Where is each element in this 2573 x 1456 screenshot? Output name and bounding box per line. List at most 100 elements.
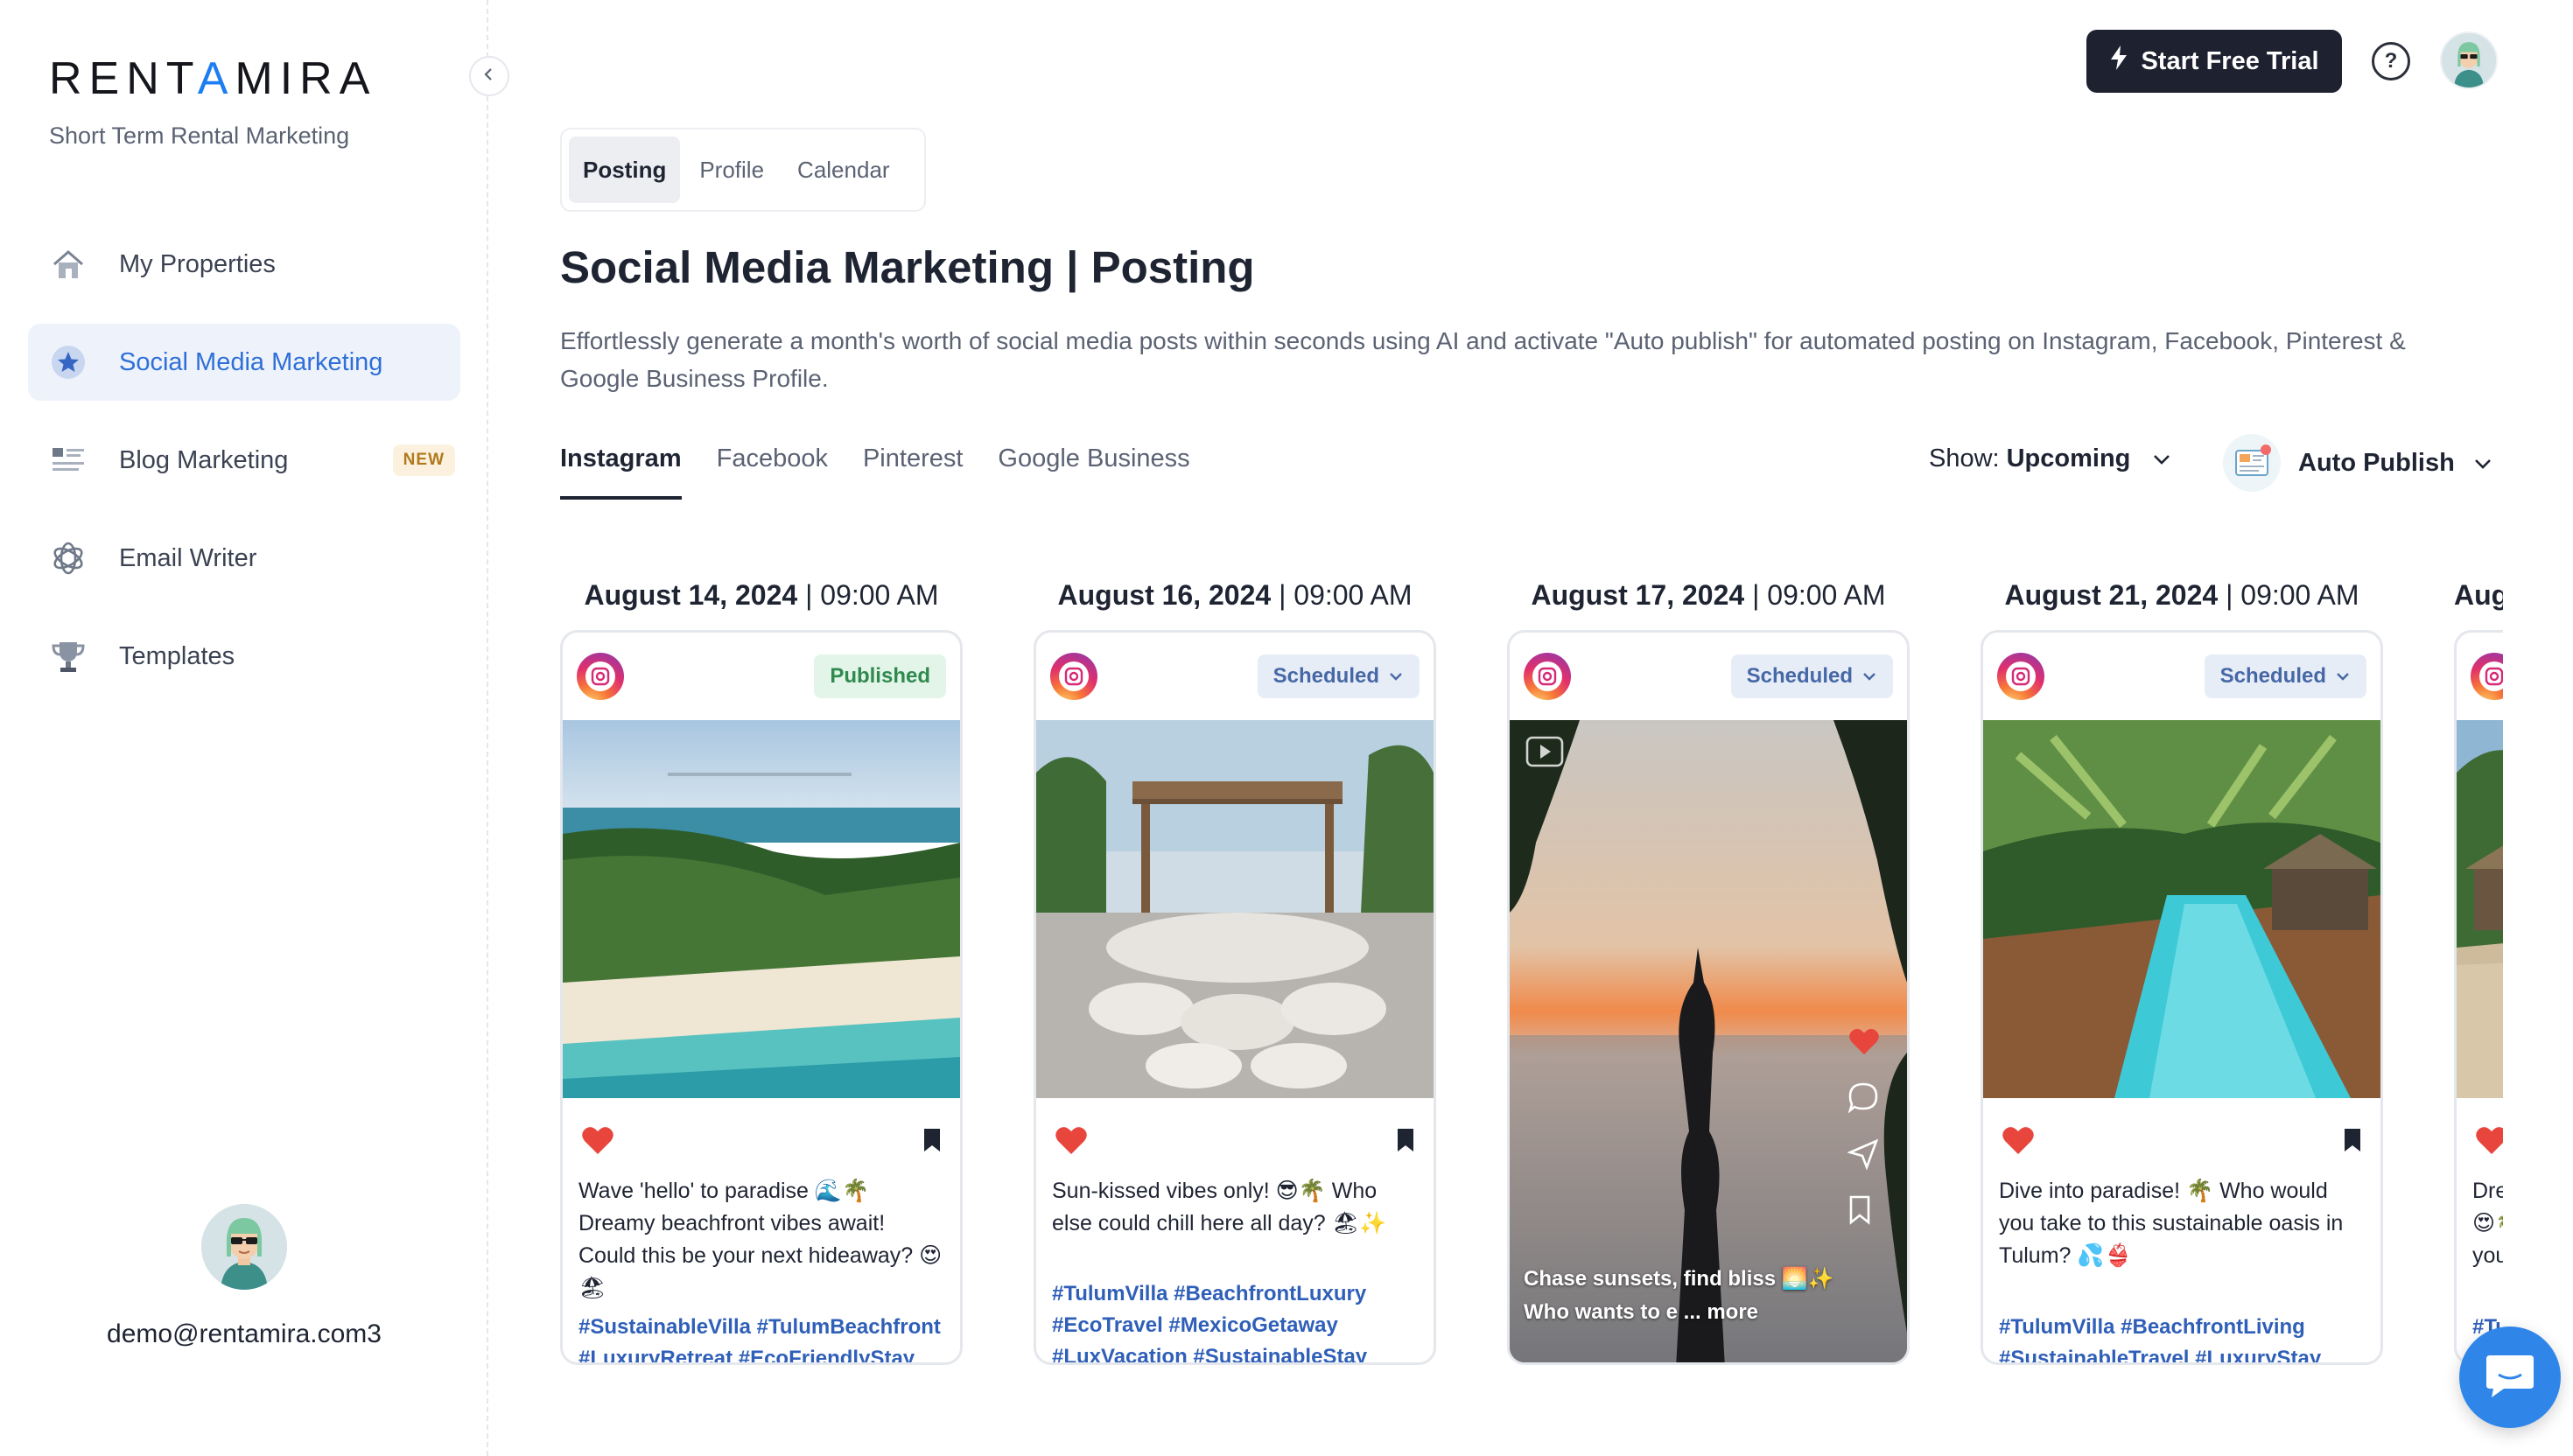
section-tabs: Posting Profile Calendar: [560, 128, 926, 212]
openai-icon: [49, 539, 88, 578]
trophy-icon: [49, 637, 88, 676]
heart-icon[interactable]: [2474, 1124, 2503, 1160]
lightning-icon: [2109, 45, 2128, 78]
sidebar-item-label: Blog Marketing: [119, 445, 289, 474]
heart-icon[interactable]: [580, 1124, 615, 1160]
post-card[interactable]: Scheduled Dive into paradise! 🌴 Who woul…: [1981, 630, 2383, 1365]
post-image[interactable]: [563, 720, 960, 1098]
auto-publish-dropdown[interactable]: Auto Publish: [2223, 434, 2493, 492]
bookmark-icon[interactable]: [1395, 1127, 1416, 1158]
status-label: Scheduled: [1272, 664, 1379, 688]
start-free-trial-button[interactable]: Start Free Trial: [2086, 30, 2342, 93]
tab-google-business[interactable]: Google Business: [998, 444, 1189, 500]
sidebar-item-templates[interactable]: Templates: [28, 618, 460, 695]
page-title: Social Media Marketing | Posting: [560, 242, 1255, 292]
logo[interactable]: RENTAMIRA: [49, 52, 376, 105]
post-date: August 17, 2024 | 09:00 AM: [1507, 560, 1910, 630]
instagram-icon: [577, 653, 624, 700]
chevron-left-icon: [481, 66, 497, 87]
sidebar: RENTAMIRA Short Term Rental Marketing My…: [0, 0, 488, 1456]
tab-posting[interactable]: Posting: [569, 136, 681, 203]
heart-icon[interactable]: [1054, 1124, 1089, 1160]
post-image[interactable]: [2457, 720, 2503, 1098]
video-icon: [1525, 736, 1564, 772]
posts-carousel: August 14, 2024 | 09:00 AM Published Wav…: [560, 560, 2503, 1456]
user-email: demo@rentamira.com3: [107, 1320, 382, 1348]
post-card[interactable]: Published Wave 'hello' to paradise 🌊🌴 Dr…: [560, 630, 963, 1365]
post-caption: Dreamy days a 😍🌴 Sun, sand you bring? 🌊: [2472, 1179, 2503, 1268]
chevron-down-icon: [1390, 673, 1402, 681]
auto-publish-label: Auto Publish: [2298, 448, 2455, 477]
heart-icon[interactable]: [2001, 1124, 2036, 1160]
heart-icon[interactable]: [1847, 1026, 1881, 1060]
header-avatar[interactable]: [2440, 32, 2498, 89]
post-date-day: August 23,: [2454, 579, 2503, 611]
post-image[interactable]: [1983, 720, 2380, 1098]
show-filter-label: Show:: [1929, 444, 2000, 472]
sidebar-item-my-properties[interactable]: My Properties: [28, 226, 460, 303]
post-hashtags: #TulumVilla #BeachfrontLuxury #EcoTravel…: [1052, 1282, 1368, 1365]
post-date-time: | 09:00 AM: [805, 579, 939, 611]
post-date-day: August 14, 2024: [584, 579, 798, 611]
post-date: August 14, 2024 | 09:00 AM: [560, 560, 963, 630]
sidebar-item-label: Email Writer: [119, 543, 257, 572]
tab-facebook[interactable]: Facebook: [717, 444, 828, 500]
bookmark-icon[interactable]: [2342, 1127, 2363, 1158]
comment-icon[interactable]: [1847, 1082, 1881, 1117]
help-button[interactable]: ?: [2372, 42, 2410, 80]
status-dropdown[interactable]: Scheduled: [2204, 654, 2366, 698]
post-card[interactable]: Scheduled: [1507, 630, 1910, 1365]
chevron-down-icon: [1863, 673, 1875, 681]
post-card-column: August 16, 2024 | 09:00 AM Scheduled Sun…: [1034, 560, 1436, 1365]
post-date-time: | 09:00 AM: [1752, 579, 1886, 611]
reel-actions: [1847, 1026, 1881, 1229]
share-icon[interactable]: [1847, 1138, 1881, 1174]
post-card-column: August 21, 2024 | 09:00 AM Scheduled Div…: [1981, 560, 2383, 1365]
sidebar-item-label: My Properties: [119, 249, 276, 278]
trial-label: Start Free Trial: [2141, 46, 2319, 75]
user-avatar[interactable]: [201, 1204, 287, 1290]
sidebar-item-email-writer[interactable]: Email Writer: [28, 520, 460, 597]
post-date-day: August 16, 2024: [1057, 579, 1272, 611]
tab-pinterest[interactable]: Pinterest: [863, 444, 963, 500]
status-badge: Published: [814, 654, 946, 698]
sidebar-item-label: Social Media Marketing: [119, 347, 383, 376]
status-dropdown[interactable]: Scheduled: [1730, 654, 1893, 698]
status-dropdown[interactable]: Scheduled: [1257, 654, 1420, 698]
instagram-icon: [1524, 653, 1571, 700]
sidebar-item-social-media-marketing[interactable]: Social Media Marketing: [28, 324, 460, 401]
chevron-down-icon: [2472, 449, 2493, 478]
post-date-day: August 17, 2024: [1531, 579, 1745, 611]
post-card[interactable]: Dreamy days a 😍🌴 Sun, sand you bring? 🌊 …: [2454, 630, 2503, 1365]
bookmark-icon[interactable]: [922, 1127, 943, 1158]
tab-calendar[interactable]: Calendar: [783, 136, 904, 203]
post-caption: Sun-kissed vibes only! 😎🌴 Who else could…: [1052, 1179, 1387, 1236]
post-date: August 16, 2024 | 09:00 AM: [1034, 560, 1436, 630]
tab-profile[interactable]: Profile: [685, 136, 778, 203]
sidebar-item-blog-marketing[interactable]: Blog Marketing NEW: [28, 422, 460, 499]
question-icon: ?: [2384, 49, 2398, 73]
post-card-column: August 14, 2024 | 09:00 AM Published Wav…: [560, 560, 963, 1365]
instagram-icon: [1050, 653, 1097, 700]
chat-support-button[interactable]: [2459, 1326, 2561, 1428]
chevron-down-icon: [2337, 673, 2349, 681]
post-caption: Chase sunsets, find bliss 🌅✨ Who wants t…: [1524, 1267, 1834, 1324]
status-label: Scheduled: [2219, 664, 2326, 688]
post-date-time: | 09:00 AM: [1279, 579, 1413, 611]
post-card[interactable]: Scheduled: [1034, 630, 1436, 1365]
bookmark-icon[interactable]: [1847, 1195, 1881, 1229]
collapse-sidebar-button[interactable]: [469, 56, 509, 96]
post-caption: Dive into paradise! 🌴 Who would you take…: [1999, 1179, 2344, 1268]
page-description: Effortlessly generate a month's worth of…: [560, 327, 2406, 392]
post-card-column: August 23, Dreamy days a 😍🌴 Sun, sand yo…: [2454, 560, 2503, 1365]
post-hashtags: #TulumVilla #BeachfrontLiving #Sustainab…: [1999, 1315, 2322, 1365]
sidebar-nav: My Properties Social Media Marketing Blo…: [28, 226, 460, 716]
post-date: August 23,: [2454, 560, 2503, 630]
status-label: Scheduled: [1746, 664, 1853, 688]
star-icon: [49, 343, 88, 382]
platform-tabs: Instagram Facebook Pinterest Google Busi…: [560, 444, 1190, 500]
show-filter-dropdown[interactable]: Show: Upcoming: [1929, 444, 2172, 473]
post-caption: Wave 'hello' to paradise 🌊🌴 Dreamy beach…: [578, 1179, 943, 1300]
post-image[interactable]: [1036, 720, 1434, 1098]
tab-instagram[interactable]: Instagram: [560, 444, 682, 500]
